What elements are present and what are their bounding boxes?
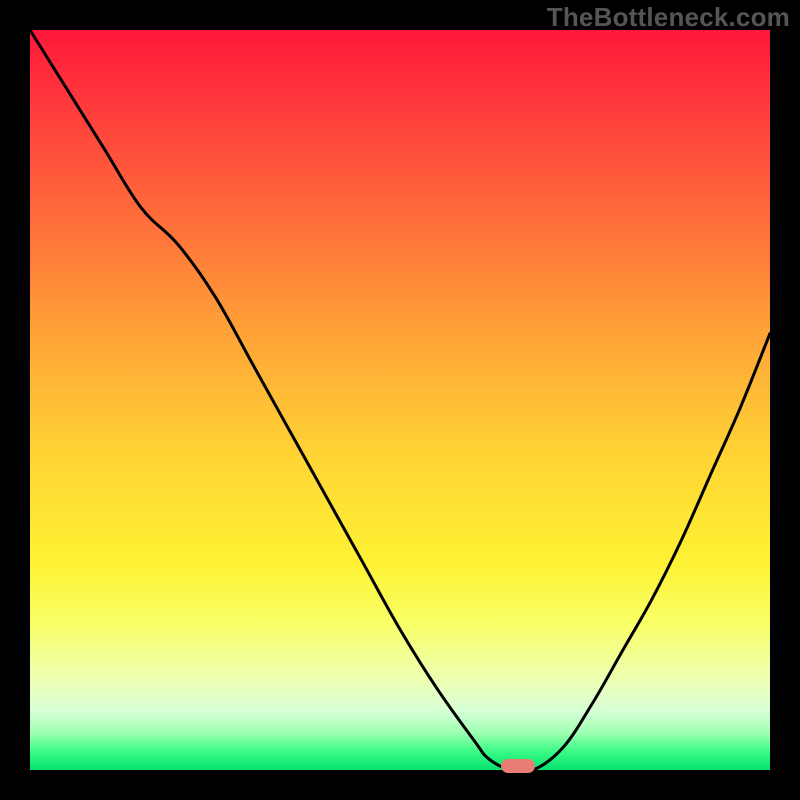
bottleneck-curve [30,30,770,770]
watermark-text: TheBottleneck.com [547,2,790,33]
chart-frame: TheBottleneck.com [0,0,800,800]
optimum-marker [501,759,535,773]
plot-area [30,30,770,770]
